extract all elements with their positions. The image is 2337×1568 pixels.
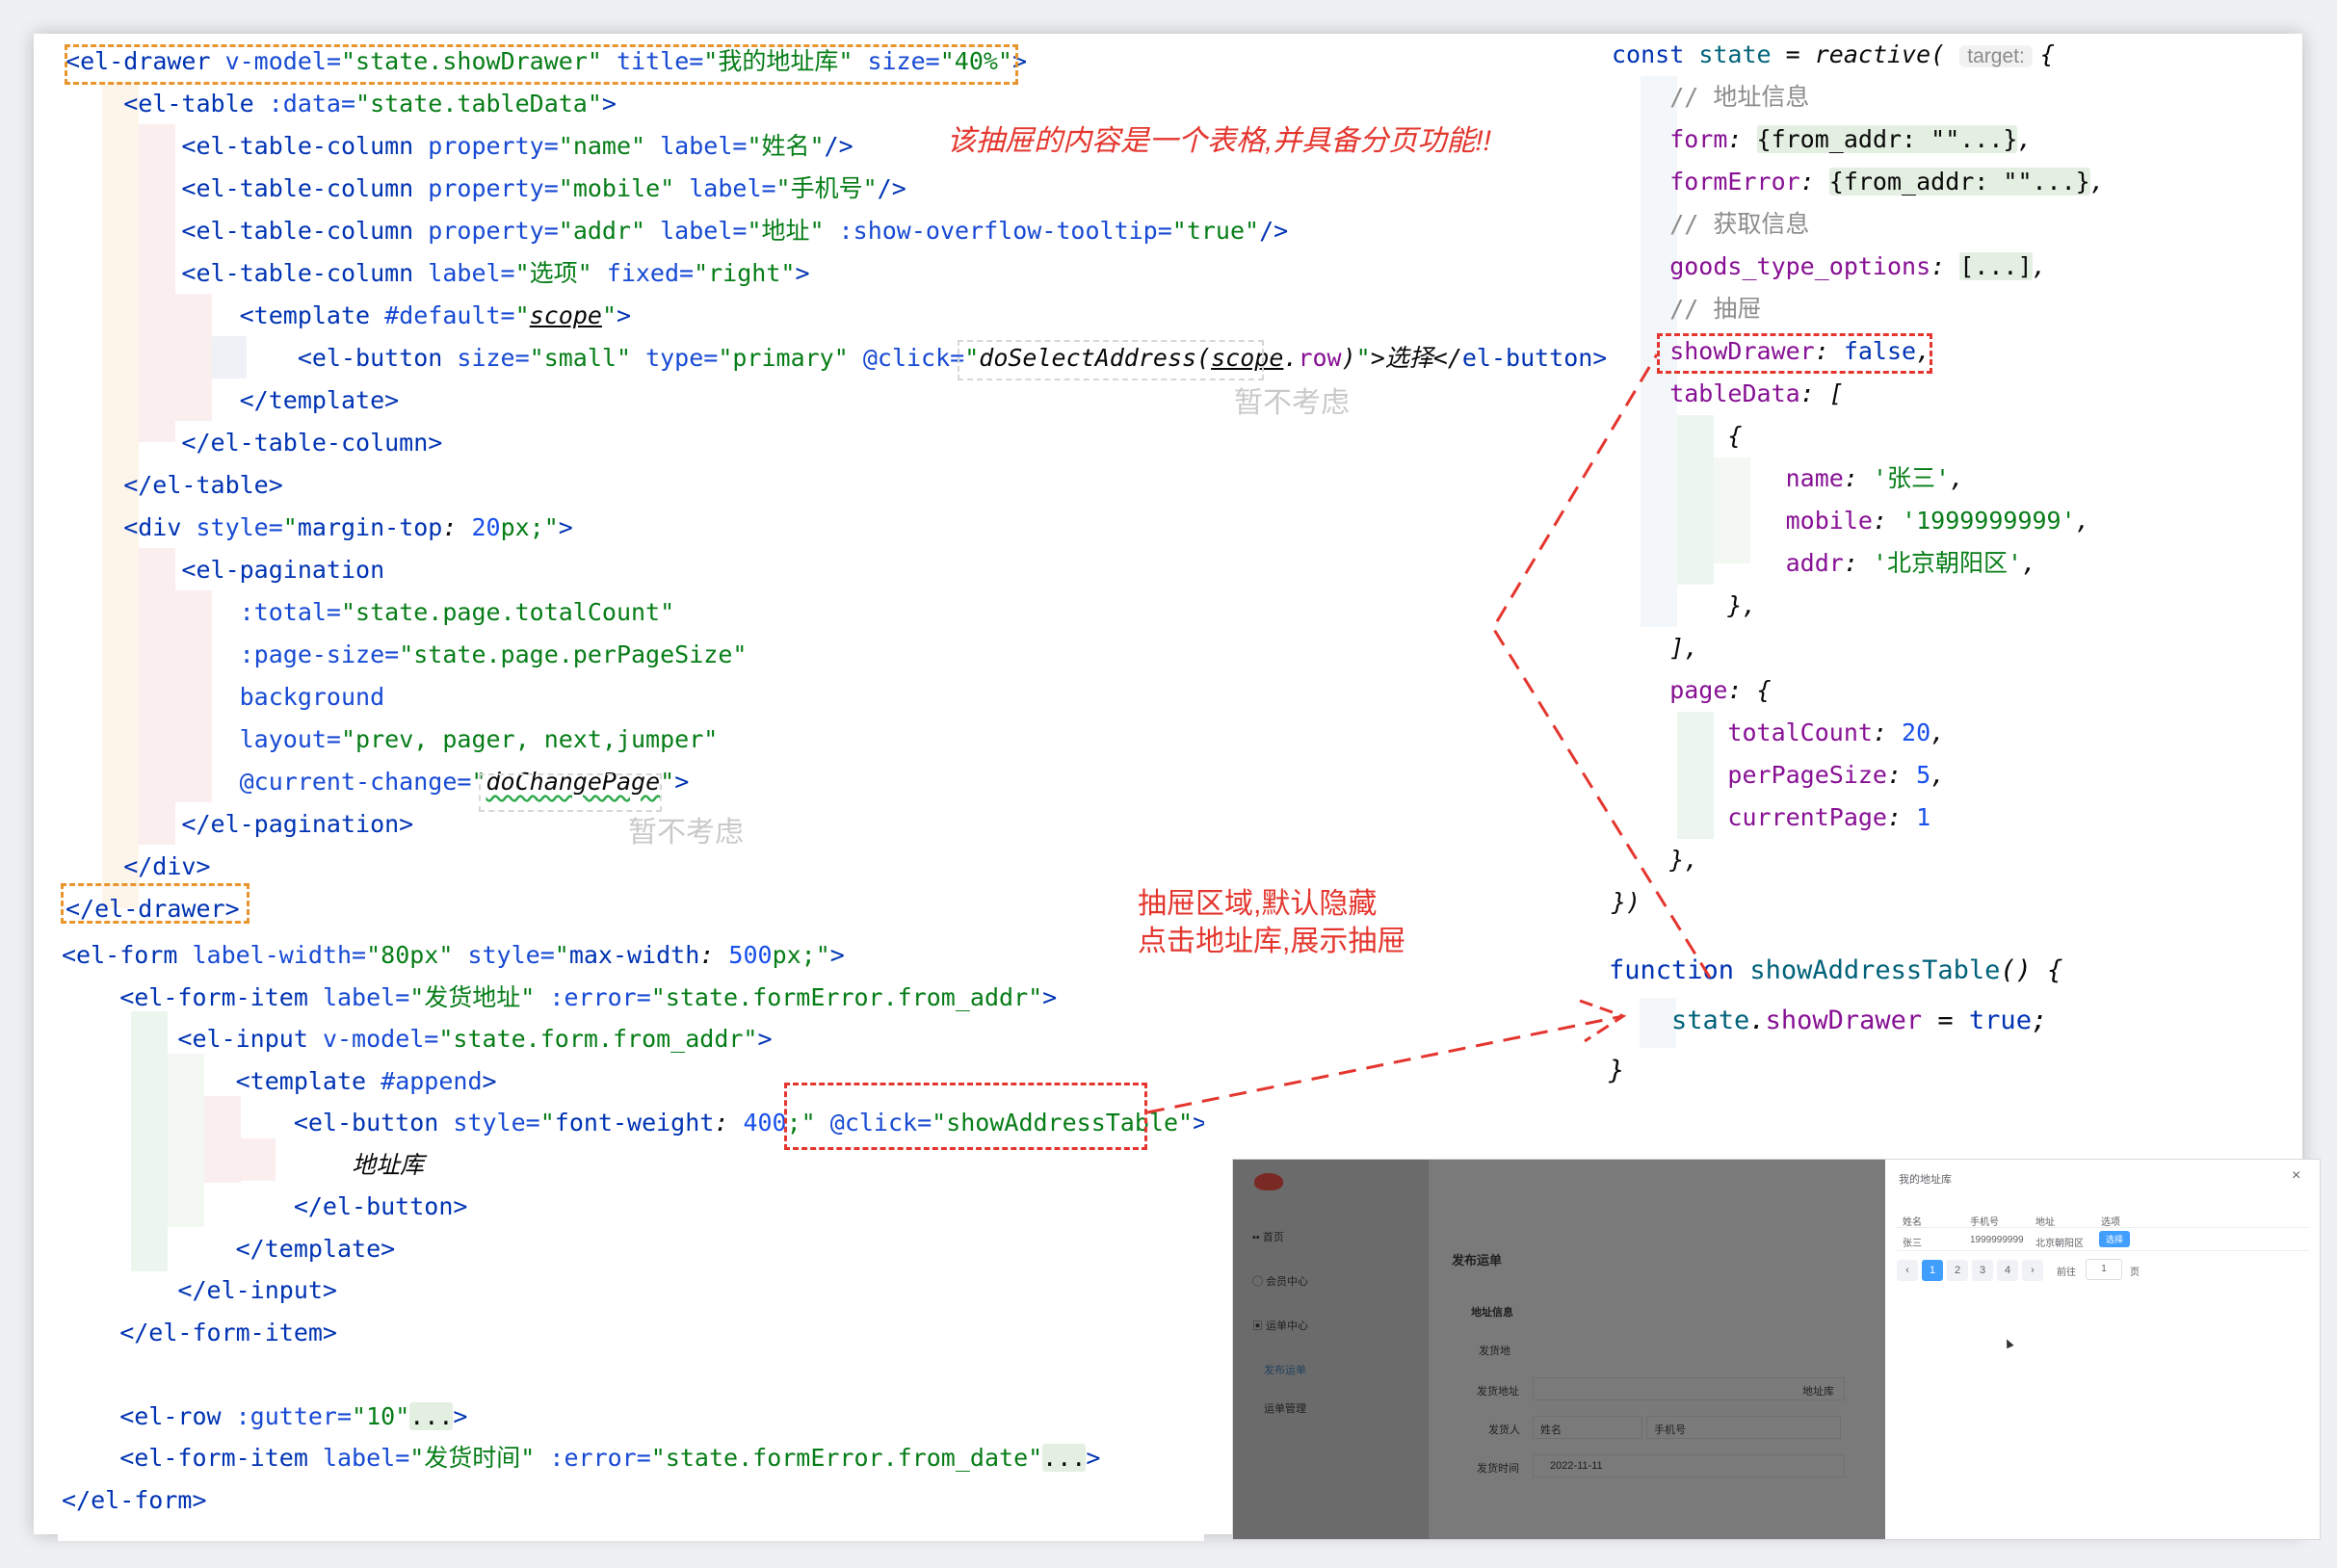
- arrow-function-to-state: [1491, 353, 1712, 979]
- screenshot-canvas: <el-drawer v-model="state.showDrawer" ti…: [34, 34, 2321, 1541]
- annotation-arrows: [1146, 353, 1712, 1114]
- arrow-click-to-function: [1146, 1014, 1624, 1114]
